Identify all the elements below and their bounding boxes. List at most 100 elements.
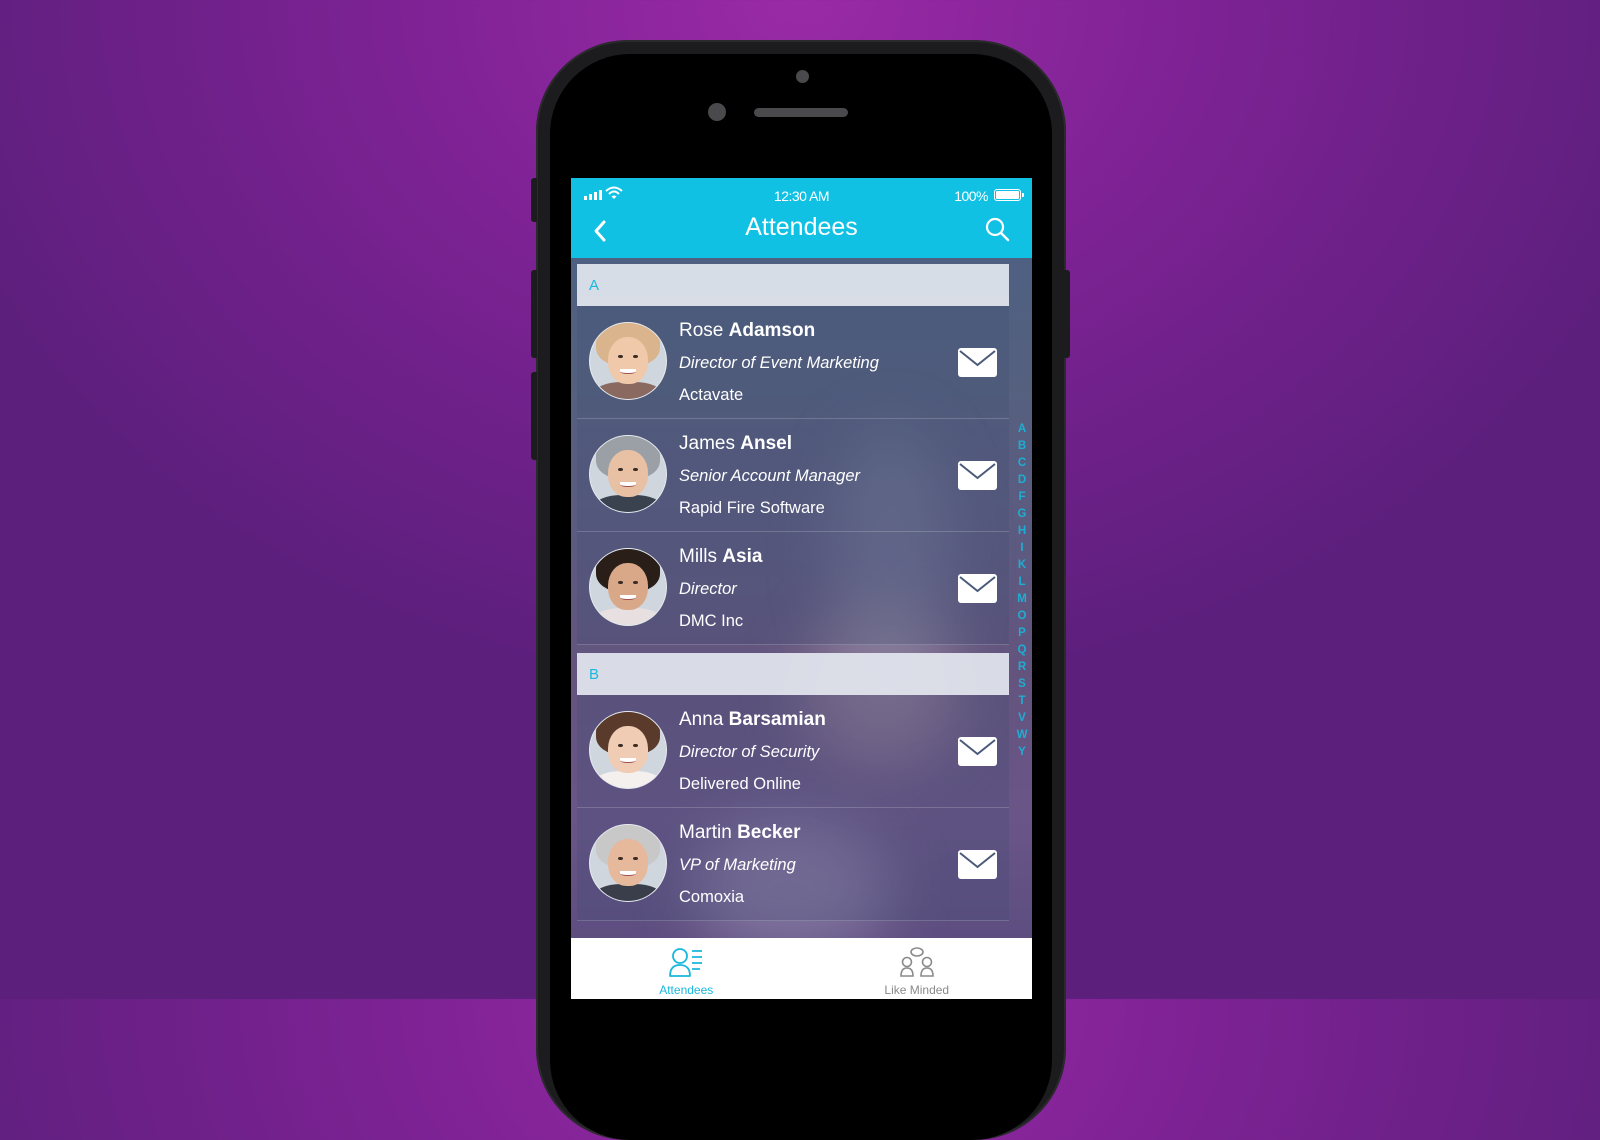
first-name: Martin	[679, 822, 732, 843]
attendee-title: Director of Security	[679, 743, 820, 761]
mute-switch	[531, 178, 537, 222]
mail-icon[interactable]	[958, 737, 997, 766]
mail-icon[interactable]	[958, 850, 997, 879]
index-letter[interactable]: I	[1015, 540, 1029, 557]
avatar-eye	[633, 467, 638, 471]
avatar	[589, 824, 667, 902]
index-letter[interactable]: H	[1015, 523, 1029, 540]
avatar-mouth	[620, 757, 636, 764]
avatar-mouth	[620, 870, 636, 877]
avatar-eye	[618, 743, 623, 747]
attendees-icon	[669, 948, 703, 977]
power-button	[1064, 270, 1070, 358]
index-letter[interactable]: S	[1015, 676, 1029, 693]
attendee-row[interactable]: Martin Becker VP of Marketing Comoxia	[577, 808, 1009, 921]
proximity-sensor	[708, 103, 726, 121]
app-screen: 12:30 AM 100% Attendees A Rose Adamson D…	[571, 178, 1032, 999]
mail-icon[interactable]	[958, 574, 997, 603]
earpiece-speaker	[754, 108, 848, 117]
avatar-eye	[633, 354, 638, 358]
attendee-list: A Rose Adamson Director of Event Marketi…	[577, 264, 1009, 921]
avatar-eye	[618, 467, 623, 471]
attendee-title: Director	[679, 580, 737, 598]
attendee-title: Director of Event Marketing	[679, 354, 879, 372]
index-letter[interactable]: V	[1015, 710, 1029, 727]
attendee-company: DMC Inc	[679, 612, 744, 630]
last-name: Barsamian	[728, 709, 826, 730]
volume-down-button	[531, 372, 537, 460]
last-name: Asia	[722, 546, 763, 567]
index-letter[interactable]: M	[1015, 591, 1029, 608]
attendee-name: Mills Asia	[679, 546, 762, 568]
attendee-row[interactable]: Anna Barsamian Director of Security Deli…	[577, 695, 1009, 808]
index-letter[interactable]: O	[1015, 608, 1029, 625]
avatar	[589, 322, 667, 400]
avatar-face	[608, 562, 648, 610]
attendee-name: James Ansel	[679, 433, 792, 455]
index-letter[interactable]: C	[1015, 455, 1029, 472]
avatar-eye	[633, 743, 638, 747]
tab-bar: Attendees Like Minded	[571, 938, 1032, 999]
index-letter[interactable]: G	[1015, 506, 1029, 523]
index-letter[interactable]: D	[1015, 472, 1029, 489]
index-letter[interactable]: R	[1015, 659, 1029, 676]
attendee-title: VP of Marketing	[679, 856, 796, 874]
attendee-name: Martin Becker	[679, 822, 800, 844]
last-name: Becker	[737, 822, 801, 843]
tab-attendees[interactable]: Attendees	[571, 938, 802, 999]
avatar-eye	[633, 580, 638, 584]
index-letter[interactable]: A	[1015, 421, 1029, 438]
volume-up-button	[531, 270, 537, 358]
avatar	[589, 435, 667, 513]
avatar-body	[593, 884, 663, 901]
index-letter[interactable]: T	[1015, 693, 1029, 710]
first-name: Rose	[679, 320, 724, 341]
like-minded-icon	[899, 947, 934, 977]
attendee-title: Senior Account Manager	[679, 467, 860, 485]
avatar-face	[608, 838, 648, 886]
last-name: Adamson	[728, 320, 816, 341]
index-letter[interactable]: B	[1015, 438, 1029, 455]
battery-percent: 100%	[954, 188, 988, 204]
avatar-face	[608, 336, 648, 384]
avatar-face	[608, 449, 648, 497]
index-letter[interactable]: K	[1015, 557, 1029, 574]
index-letter[interactable]: P	[1015, 625, 1029, 642]
avatar-mouth	[620, 481, 636, 488]
search-icon[interactable]	[984, 216, 1010, 242]
section-header: A	[577, 264, 1009, 306]
last-name: Ansel	[740, 433, 792, 454]
attendee-row[interactable]: Mills Asia Director DMC Inc	[577, 532, 1009, 645]
index-letter[interactable]: Q	[1015, 642, 1029, 659]
page-title: Attendees	[745, 213, 858, 241]
attendee-company: Comoxia	[679, 888, 745, 906]
attendee-row[interactable]: James Ansel Senior Account Manager Rapid…	[577, 419, 1009, 532]
header-bar: 12:30 AM 100% Attendees	[571, 178, 1032, 258]
index-letter[interactable]: L	[1015, 574, 1029, 591]
index-letter[interactable]: F	[1015, 489, 1029, 506]
attendee-name: Anna Barsamian	[679, 709, 826, 731]
mail-icon[interactable]	[958, 348, 997, 377]
avatar-eye	[633, 856, 638, 860]
avatar	[589, 548, 667, 626]
index-letter[interactable]: W	[1015, 727, 1029, 744]
tab-label: Attendees	[659, 983, 714, 997]
index-letter[interactable]: Y	[1015, 744, 1029, 761]
avatar-mouth	[620, 368, 636, 375]
avatar-mouth	[620, 594, 636, 601]
first-name: Anna	[679, 709, 724, 730]
tab-like-minded[interactable]: Like Minded	[802, 938, 1033, 999]
avatar-face	[608, 725, 648, 773]
first-name: James	[679, 433, 735, 454]
mail-icon[interactable]	[958, 461, 997, 490]
alphabet-index[interactable]: ABCDFGHIKLMOPQRSTVWY	[1015, 421, 1029, 761]
avatar-body	[593, 495, 663, 512]
attendee-row[interactable]: Rose Adamson Director of Event Marketing…	[577, 306, 1009, 419]
tab-label: Like Minded	[884, 983, 950, 997]
avatar-body	[593, 771, 663, 788]
attendee-company: Actavate	[679, 386, 744, 404]
attendee-company: Rapid Fire Software	[679, 499, 825, 517]
avatar-eye	[618, 580, 623, 584]
first-name: Mills	[679, 546, 717, 567]
avatar-eye	[618, 856, 623, 860]
